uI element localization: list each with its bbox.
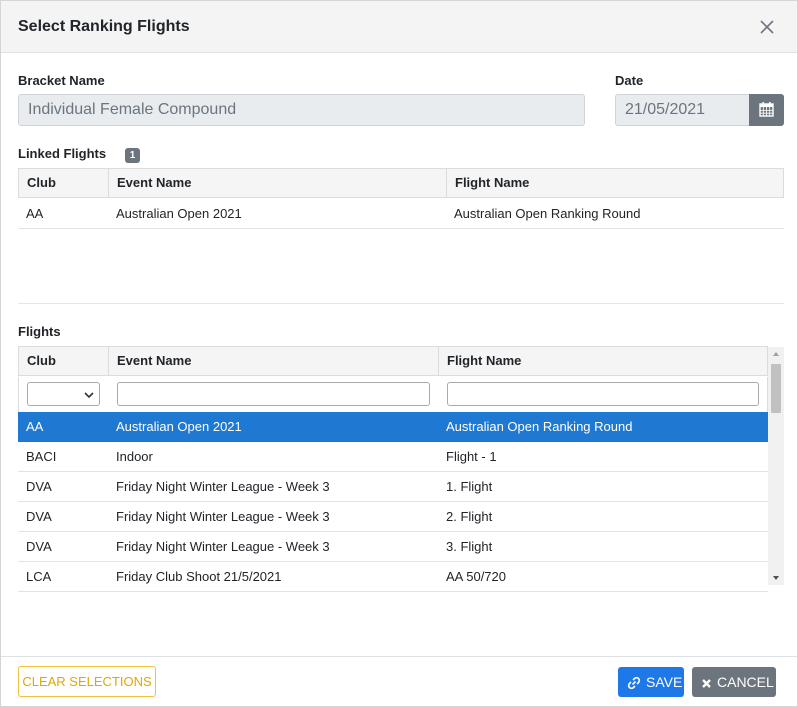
flight-name-filter-input[interactable] (447, 382, 759, 406)
linked-cell-club: AA (26, 206, 44, 221)
flight-row[interactable]: DVA Friday Night Winter League - Week 3 3.… (18, 532, 768, 562)
cancel-button[interactable]: CANCEL (692, 667, 776, 697)
linked-cell-event: Australian Open 2021 (116, 206, 242, 221)
section-divider (18, 303, 784, 304)
modal-header: Select Ranking Flights (1, 1, 797, 53)
flight-row[interactable]: AA Australian Open 2021 Australian Open Ra… (18, 412, 768, 442)
scroll-down-icon[interactable] (768, 571, 784, 585)
flight-cell-flight: Flight - 1 (446, 449, 497, 464)
save-label: SAVE (646, 674, 683, 690)
scroll-thumb[interactable] (771, 364, 781, 413)
flights-filter-row (18, 377, 768, 412)
flight-cell-club: AA (26, 419, 44, 434)
flight-cell-flight: 1. Flight (446, 479, 493, 494)
flight-cell-club: DVA (26, 509, 52, 524)
flight-cell-event: Indoor (116, 449, 153, 464)
flights-label: Flights (18, 324, 61, 339)
flight-cell-flight: Australian Open Ranking Round (446, 419, 633, 434)
cancel-label: CANCEL (717, 674, 774, 690)
flight-cell-event: Australian Open 2021 (116, 419, 242, 434)
footer-divider (1, 656, 797, 657)
flight-row[interactable]: DVA Friday Night Winter League - Week 3 2.… (18, 502, 768, 532)
linked-flights-label: Linked Flights (18, 146, 107, 161)
modal-title: Select Ranking Flights (18, 18, 190, 35)
linked-col-club[interactable]: Club (19, 169, 109, 197)
event-name-filter-input[interactable] (117, 382, 430, 406)
flights-col-club[interactable]: Club (19, 347, 109, 375)
flight-cell-flight: 2. Flight (446, 509, 493, 524)
flight-cell-flight: 3. Flight (446, 539, 493, 554)
flights-scrollbar[interactable] (768, 347, 784, 585)
linked-col-event[interactable]: Event Name (109, 169, 447, 197)
flights-col-flight[interactable]: Flight Name (439, 347, 768, 375)
flight-cell-club: LCA (26, 569, 52, 584)
chevron-down-icon (84, 392, 94, 399)
calendar-icon (759, 102, 774, 117)
linked-grid-header: Club Event Name Flight Name (18, 168, 784, 198)
linked-cell-flight: Australian Open Ranking Round (454, 206, 641, 221)
link-icon (627, 677, 641, 690)
clear-selections-button[interactable]: CLEAR SELECTIONS (18, 666, 156, 697)
linked-col-flight[interactable]: Flight Name (447, 169, 784, 197)
date-picker-button[interactable] (749, 94, 784, 126)
flight-cell-club: BACI (26, 449, 57, 464)
flights-grid-header: Club Event Name Flight Name (18, 346, 768, 376)
flight-cell-flight: AA 50/720 (446, 569, 506, 584)
linked-row[interactable]: AA Australian Open 2021 Australian Open … (18, 199, 784, 229)
bracket-name-field[interactable]: Individual Female Compound (18, 94, 585, 126)
flight-row[interactable]: BACI Indoor Flight - 1 (18, 442, 768, 472)
close-button[interactable] (755, 15, 779, 39)
date-field[interactable]: 21/05/2021 (615, 94, 751, 126)
flight-cell-club: DVA (26, 539, 52, 554)
club-filter-select[interactable] (27, 382, 100, 406)
bracket-name-label: Bracket Name (18, 73, 105, 88)
scroll-up-icon[interactable] (768, 347, 784, 361)
save-button[interactable]: SAVE (618, 667, 684, 697)
flight-cell-event: Friday Club Shoot 21/5/2021 (116, 569, 282, 584)
select-ranking-flights-dialog: Select Ranking Flights Bracket Name Indi… (0, 0, 798, 707)
flight-row[interactable]: DVA Friday Night Winter League - Week 3 1.… (18, 472, 768, 502)
flights-col-event[interactable]: Event Name (109, 347, 439, 375)
flight-row[interactable]: LCA Friday Club Shoot 21/5/2021 AA 50/720 (18, 562, 768, 592)
date-label: Date (615, 73, 644, 88)
flight-cell-event: Friday Night Winter League - Week 3 (116, 539, 330, 554)
times-icon (702, 678, 711, 688)
flight-cell-event: Friday Night Winter League - Week 3 (116, 509, 330, 524)
flight-cell-event: Friday Night Winter League - Week 3 (116, 479, 330, 494)
linked-count-badge: 1 (125, 148, 140, 163)
flight-cell-club: DVA (26, 479, 52, 494)
close-icon (760, 20, 774, 34)
